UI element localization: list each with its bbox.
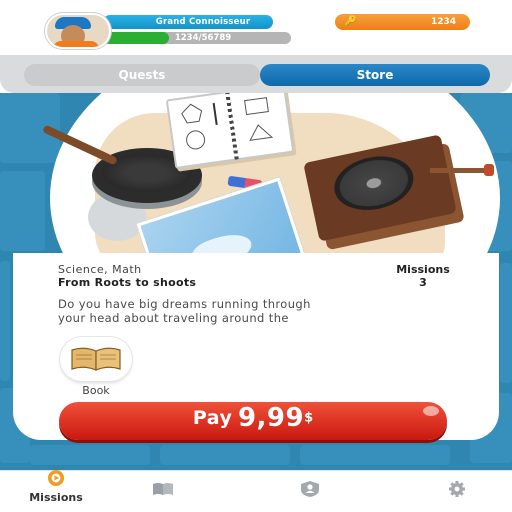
pay-currency: $ bbox=[304, 410, 314, 426]
product-description: Do you have big dreams running through y… bbox=[58, 297, 448, 325]
player-name: Grand Connoisseur bbox=[155, 17, 251, 27]
gear-icon bbox=[449, 481, 465, 497]
nav-settings[interactable] bbox=[407, 471, 507, 512]
coins-value: 1234 bbox=[430, 17, 456, 27]
gramophone-crank bbox=[430, 164, 494, 176]
missions-icon bbox=[48, 470, 64, 486]
format-book-label: Book bbox=[82, 384, 110, 397]
missions-label: Missions bbox=[396, 263, 450, 276]
product-subject: Science, Math bbox=[58, 263, 142, 276]
product-title: From Roots to shoots bbox=[58, 276, 197, 289]
pay-button-shine bbox=[423, 406, 439, 416]
avatar[interactable] bbox=[45, 13, 111, 49]
xp-progress-bar: 1234/56789 bbox=[103, 32, 291, 44]
avatar-shirt bbox=[53, 41, 99, 47]
bottom-navigation: Missions bbox=[0, 470, 512, 512]
book-icon bbox=[71, 347, 121, 371]
key-icon: 🔑 bbox=[344, 16, 358, 27]
coins-pill[interactable]: 🔑 1234 bbox=[335, 14, 470, 30]
missions-count: 3 bbox=[419, 276, 427, 289]
description-line: Do you have big dreams running through bbox=[58, 297, 311, 311]
pay-amount: 9,99 bbox=[237, 403, 305, 433]
header-bar: Grand Connoisseur 1234/56789 🔑 1234 bbox=[0, 0, 512, 55]
nav-library[interactable] bbox=[113, 471, 213, 512]
nav-missions[interactable]: Missions bbox=[6, 470, 106, 512]
book-icon bbox=[153, 483, 173, 495]
store-content: Science, Math From Roots to shoots Missi… bbox=[0, 93, 512, 470]
player-name-pill: Grand Connoisseur bbox=[103, 15, 273, 29]
tab-bar: Quests Store bbox=[0, 55, 512, 93]
xp-text: 1234/56789 bbox=[174, 33, 232, 43]
nav-profile[interactable] bbox=[260, 471, 360, 512]
pay-button[interactable]: Pay 9,99$ bbox=[59, 402, 447, 440]
description-line: your head about traveling around the bbox=[58, 311, 289, 325]
nav-missions-label: Missions bbox=[29, 491, 83, 504]
tab-quests[interactable]: Quests bbox=[24, 64, 260, 86]
format-book-button[interactable] bbox=[60, 337, 132, 381]
pay-label: Pay bbox=[192, 407, 233, 429]
profile-badge-icon bbox=[301, 481, 319, 497]
tab-store[interactable]: Store bbox=[260, 64, 490, 86]
